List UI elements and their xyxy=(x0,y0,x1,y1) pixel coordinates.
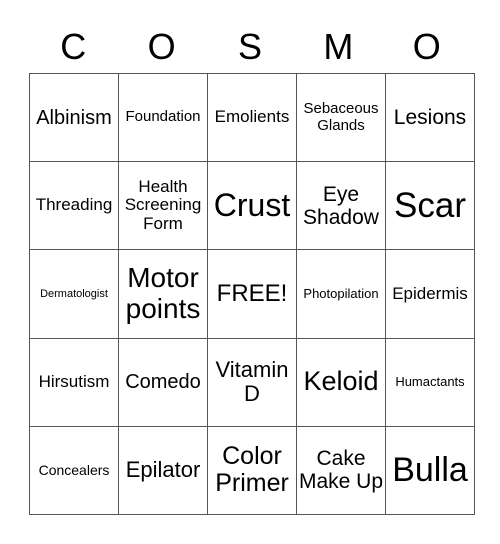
header-letter: O xyxy=(147,26,176,67)
bingo-cell[interactable]: Hirsutism xyxy=(29,337,119,427)
bingo-cell[interactable]: Crust xyxy=(207,161,297,251)
bingo-cell[interactable]: Color Primer xyxy=(207,425,297,516)
bingo-cell[interactable]: Dermatologist xyxy=(29,249,119,339)
bingo-cell[interactable]: Sebaceous Glands xyxy=(296,72,386,163)
header-letter: O xyxy=(412,26,441,67)
bingo-cell[interactable]: Foundation xyxy=(118,72,208,163)
header-letter: S xyxy=(237,26,262,67)
bingo-cell[interactable]: Threading xyxy=(29,161,119,251)
grid-row: Threading Health Screening Form Crust Eye S… xyxy=(29,161,475,251)
bingo-cell[interactable]: Epidermis xyxy=(385,249,475,339)
header-letter: C xyxy=(60,26,87,67)
bingo-cell[interactable]: Health Screening Form xyxy=(118,161,208,251)
bingo-cell[interactable]: Vitamin D xyxy=(207,337,297,427)
bingo-cell[interactable]: Cake Make Up xyxy=(296,425,386,516)
bingo-grid: Albinism Foundation Emolients Sebaceous Gla… xyxy=(29,72,475,516)
grid-row: Hirsutism Comedo Vitamin D Keloid Humactants xyxy=(29,337,475,427)
bingo-cell[interactable]: Eye Shadow xyxy=(296,161,386,251)
bingo-cell[interactable]: Keloid xyxy=(296,337,386,427)
grid-row: Albinism Foundation Emolients Sebaceous Gla… xyxy=(29,72,475,163)
grid-row: Concealers Epilator Color Primer Cake Make … xyxy=(29,425,475,516)
bingo-cell[interactable]: Concealers xyxy=(29,425,119,516)
bingo-cell[interactable]: Emolients xyxy=(207,72,297,163)
bingo-cell[interactable]: Photopilation xyxy=(296,249,386,339)
bingo-cell[interactable]: Humactants xyxy=(385,337,475,427)
bingo-cell[interactable]: Scar xyxy=(385,161,475,251)
bingo-cell[interactable]: Epilator xyxy=(118,425,208,516)
free-space-cell[interactable]: FREE! xyxy=(207,249,297,339)
bingo-cell[interactable]: Comedo xyxy=(118,337,208,427)
bingo-cell[interactable]: Lesions xyxy=(385,72,475,163)
header-letter: M xyxy=(323,26,354,67)
grid-row: Dermatologist Motor points FREE! Photopilat… xyxy=(29,249,475,339)
bingo-cell[interactable]: Motor points xyxy=(118,249,208,339)
bingo-cell[interactable]: Bulla xyxy=(385,425,475,516)
bingo-header: C O S M O xyxy=(29,22,471,72)
bingo-cell[interactable]: Albinism xyxy=(29,72,119,163)
